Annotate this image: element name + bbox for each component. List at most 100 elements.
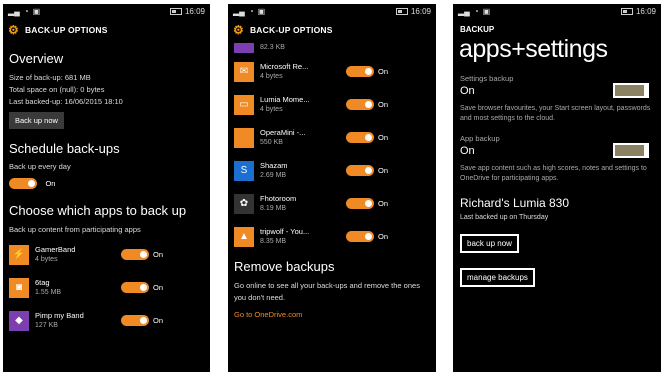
app-title: BACK-UP OPTIONS: [24, 25, 108, 35]
6tag-icon: ◙: [9, 277, 29, 298]
signal-icon: ▂▄: [8, 7, 20, 16]
app-toggle-state: On: [378, 166, 389, 175]
app-size: 4 bytes: [35, 255, 58, 263]
back-up-now-button[interactable]: back up now: [460, 234, 519, 253]
wifi-icon: ◔: [473, 7, 479, 16]
app-toggle-state: On: [153, 283, 164, 292]
app-toggle-state: On: [378, 100, 389, 109]
notification-icon: ▣: [257, 7, 266, 16]
gear-icon: ⚙: [233, 23, 244, 37]
app-name: Microsoft Re...: [260, 61, 309, 71]
app-title-bar: ⚙ BACK-UP OPTIONS: [3, 19, 210, 41]
app-toggle-6tag[interactable]: [121, 282, 149, 293]
app-row-shazam: S Shazam 2.69 MB On: [228, 154, 436, 187]
app-toggle-lumia-moments[interactable]: [346, 99, 374, 110]
app-icon-partial: [234, 43, 254, 53]
clock: 16:09: [410, 7, 431, 16]
onedrive-link[interactable]: Go to OneDrive.com: [234, 310, 436, 319]
signal-icon: ▂▄: [233, 7, 245, 16]
pimp-my-band-icon: ◆: [9, 310, 29, 331]
last-backed-up: Last backed up on Thursday: [460, 214, 549, 221]
app-row-operamini: OperaMini -... 550 KB On: [228, 121, 436, 154]
battery-icon: [395, 8, 408, 15]
settings-backup-desc: Save browser favourites, your Start scre…: [460, 105, 651, 122]
app-backup-value: On: [460, 144, 475, 157]
settings-backup-toggle[interactable]: [613, 83, 649, 98]
backup-size: Size of back-up: 681 MB: [9, 73, 91, 82]
schedule-heading: Schedule back-ups: [9, 141, 120, 156]
app-size: 550 KB: [260, 138, 283, 146]
tripwolf-icon: ▲: [234, 226, 254, 247]
app-toggle-state: On: [378, 232, 389, 241]
app-toggle-fhotoroom[interactable]: [346, 198, 374, 209]
app-toggle-operamini[interactable]: [346, 132, 374, 143]
clock: 16:09: [184, 7, 205, 16]
app-row-tripwolf: ▲ tripwolf - You... 8.35 MB On: [228, 220, 436, 253]
settings-backup-value: On: [460, 84, 475, 97]
gear-icon: ⚙: [8, 23, 19, 37]
last-backed-up: Last backed-up: 16/06/2015 18:10: [9, 97, 123, 106]
app-size: 8.35 MB: [260, 237, 287, 245]
clock: 16:09: [635, 7, 656, 16]
signal-icon: ▂▄: [458, 7, 470, 16]
status-bar: ▂▄ ◔ ▣ 16:09: [3, 4, 210, 19]
app-toggle-gamerband[interactable]: [121, 249, 149, 260]
page-title: apps+settings: [459, 35, 608, 63]
app-row-lumia-moments: ▭ Lumia Mome... 4 bytes On: [228, 88, 436, 121]
screen-backup-options-2: ▂▄ ◔ ▣ 16:09 ⚙ BACK-UP OPTIONS 82.3 KB ✉ M…: [228, 4, 436, 372]
app-name: tripwolf - You...: [260, 226, 310, 236]
app-name: 6tag: [35, 277, 50, 287]
app-backup-desc: Save app content such as high scores, no…: [460, 165, 647, 182]
battery-icon: [169, 8, 182, 15]
app-row-pimp-my-band: ◆ Pimp my Band 127 KB On: [3, 304, 210, 337]
app-row-microsoft-re: ✉ Microsoft Re... 4 bytes On: [228, 55, 436, 88]
app-title-bar: ⚙ BACK-UP OPTIONS: [228, 19, 436, 41]
schedule-toggle[interactable]: [9, 178, 37, 190]
app-toggle-pimp-my-band[interactable]: [121, 315, 149, 326]
remove-backups-heading: Remove backups: [234, 259, 335, 274]
app-backup-toggle[interactable]: [613, 143, 649, 158]
app-toggle-state: On: [378, 133, 389, 142]
overview-heading: Overview: [9, 51, 64, 66]
app-name: Shazam: [260, 160, 288, 170]
back-up-now-button[interactable]: Back up now: [9, 112, 64, 129]
app-name: OperaMini -...: [260, 127, 306, 137]
notification-icon: ▣: [482, 7, 491, 16]
app-row-gamerband: ⚡ GamerBand 4 bytes On: [3, 238, 210, 271]
app-size: 4 bytes: [260, 72, 283, 80]
app-toggle-shazam[interactable]: [346, 165, 374, 176]
app-toggle-state: On: [153, 316, 164, 325]
notification-icon: ▣: [32, 7, 41, 16]
status-bar: ▂▄ ◔ ▣ 16:09: [453, 4, 661, 19]
app-toggle-state: On: [153, 250, 164, 259]
screen-apps-settings: ▂▄ ◔ ▣ 16:09 BACKUP apps+settings Settings…: [453, 4, 661, 372]
operamini-icon: [234, 127, 254, 148]
app-size: 2.69 MB: [260, 171, 287, 179]
app-size: 4 bytes: [260, 105, 283, 113]
remove-backups-text: Go online to see all your back-ups and r…: [234, 281, 420, 302]
app-row-fhotoroom: ✿ Fhotoroom 8.19 MB On: [228, 187, 436, 220]
app-size: 8.19 MB: [260, 204, 287, 212]
app-name: Pimp my Band: [35, 310, 84, 320]
device-name: Richard's Lumia 830: [460, 196, 570, 210]
screen-backup-options-1: ▂▄ ◔ ▣ 16:09 ⚙ BACK-UP OPTIONS Overview Si…: [3, 4, 210, 372]
app-name: GamerBand: [35, 244, 76, 254]
app-backup-label: App backup: [460, 134, 500, 143]
manage-backups-button[interactable]: manage backups: [460, 268, 535, 287]
app-toggle-microsoft-re[interactable]: [346, 66, 374, 77]
settings-backup-label: Settings backup: [460, 74, 514, 83]
app-title: BACK-UP OPTIONS: [249, 25, 333, 35]
gamerband-icon: ⚡: [9, 244, 29, 265]
app-name: Lumia Mome...: [260, 94, 310, 104]
choose-apps-subtitle: Back up content from participating apps: [9, 225, 141, 234]
fhotoroom-icon: ✿: [234, 193, 254, 214]
app-toggle-state: On: [378, 199, 389, 208]
choose-apps-heading: Choose which apps to back up: [9, 203, 187, 218]
app-toggle-tripwolf[interactable]: [346, 231, 374, 242]
app-size: 127 KB: [35, 321, 58, 329]
status-bar: ▂▄ ◔ ▣ 16:09: [228, 4, 436, 19]
schedule-label: Back up every day: [9, 162, 71, 171]
total-space: Total space on (null): 0 bytes: [9, 85, 105, 94]
app-size: 1.55 MB: [35, 288, 62, 296]
wifi-icon: ◔: [248, 7, 254, 16]
